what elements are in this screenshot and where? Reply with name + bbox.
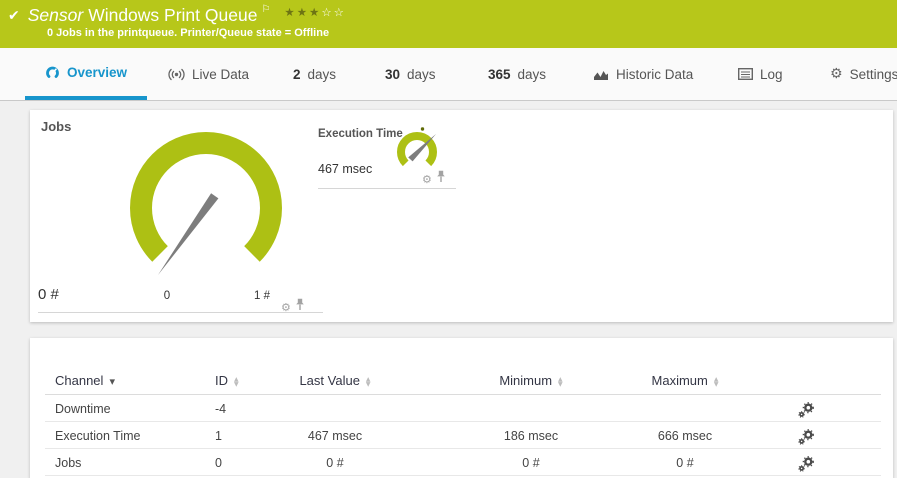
jobs-gauge-actions: ⚙ <box>281 298 305 316</box>
execution-time-panel: Execution Time 467 msec ⚙ <box>318 126 490 196</box>
tab-log[interactable]: Log <box>738 48 783 100</box>
priority-stars[interactable]: ★★★☆☆ <box>284 5 346 19</box>
sort-toggle-icon: ▲▼ <box>558 377 563 387</box>
jobs-gauge-scale-max: 1 # <box>245 290 279 302</box>
tab-label: Overview <box>67 65 127 80</box>
overview-gauges-card: Jobs 0 1 # 0 # ⚙ Execution Time 467 msec… <box>30 110 893 322</box>
channel-settings-icon[interactable] <box>797 402 815 421</box>
channel-name: Execution Time <box>55 429 140 443</box>
channel-maximum: 666 msec <box>585 429 785 443</box>
channel-table-header: Channel▾ ID▲▼ Last Value▲▼ Minimum▲▼ Max… <box>45 338 881 395</box>
channel-settings-icon[interactable] <box>797 456 815 475</box>
channel-id: 0 <box>215 456 222 470</box>
star-empty-icon[interactable]: ☆ <box>321 5 333 19</box>
log-icon <box>738 68 753 80</box>
tab-number: 365 <box>488 67 511 82</box>
area-chart-icon <box>593 68 609 81</box>
execution-time-actions: ⚙ <box>422 170 446 188</box>
jobs-gauge-scale-min: 0 <box>155 290 179 302</box>
tab-number: 2 <box>293 67 301 82</box>
table-row-jobs: Jobs 0 0 # 0 # 0 # <box>45 449 881 476</box>
tab-settings[interactable]: ⚙ Settings <box>830 48 897 100</box>
tab-live-data[interactable]: Live Data <box>168 48 249 100</box>
gear-icon: ⚙ <box>830 67 843 81</box>
status-ok-check-icon: ✔ <box>8 8 20 24</box>
sort-toggle-icon: ▲▼ <box>366 377 371 387</box>
column-header-channel[interactable]: Channel▾ <box>55 373 115 388</box>
column-header-maximum[interactable]: Maximum▲▼ <box>585 373 785 388</box>
tab-number: 30 <box>385 67 400 82</box>
tab-label: Settings <box>850 67 897 82</box>
channel-name: Jobs <box>55 456 81 470</box>
flag-icon: ⚐ <box>261 4 270 16</box>
execution-time-value: 467 msec <box>318 162 372 176</box>
tab-2-days[interactable]: 2 days <box>293 48 336 100</box>
sensor-name: Windows Print Queue <box>88 5 257 25</box>
channel-table: Channel▾ ID▲▼ Last Value▲▼ Minimum▲▼ Max… <box>45 338 881 476</box>
gear-icon[interactable]: ⚙ <box>422 174 432 185</box>
execution-time-gauge <box>390 126 448 174</box>
tab-label: days <box>308 67 337 82</box>
tab-label: days <box>518 67 547 82</box>
live-data-icon <box>168 68 185 81</box>
tab-label: Log <box>760 67 783 82</box>
star-empty-icon[interactable]: ☆ <box>334 5 346 19</box>
tab-30-days[interactable]: 30 days <box>385 48 436 100</box>
sort-toggle-icon: ▲▼ <box>714 377 719 387</box>
tab-historic-data[interactable]: Historic Data <box>593 48 693 100</box>
channel-last-value: 467 msec <box>235 429 435 443</box>
table-row-downtime: Downtime -4 <box>45 395 881 422</box>
column-header-last-value[interactable]: Last Value▲▼ <box>235 373 435 388</box>
channel-settings-icon[interactable] <box>797 429 815 448</box>
channel-last-value: 0 # <box>235 456 435 470</box>
sensor-kind-label: Sensor <box>28 5 83 25</box>
channel-name: Downtime <box>55 402 111 416</box>
sensor-tab-bar: Overview Live Data 2 days 30 days 365 da… <box>0 48 897 101</box>
tab-label: Historic Data <box>616 67 693 82</box>
sensor-status-message: 0 Jobs in the printqueue. Printer/Queue … <box>47 27 329 39</box>
star-filled-icon[interactable]: ★ <box>309 5 321 19</box>
channel-maximum: 0 # <box>585 456 785 470</box>
channel-id: -4 <box>215 402 226 416</box>
page-title: SensorWindows Print Queue ⚐ <box>28 4 271 26</box>
gauge-icon <box>45 65 60 80</box>
tab-365-days[interactable]: 365 days <box>488 48 546 100</box>
channel-table-card: Channel▾ ID▲▼ Last Value▲▼ Minimum▲▼ Max… <box>30 338 893 478</box>
table-row-execution-time: Execution Time 1 467 msec 186 msec 666 m… <box>45 422 881 449</box>
jobs-gauge-title: Jobs <box>41 119 71 134</box>
pin-icon[interactable] <box>295 298 305 316</box>
tab-label: days <box>407 67 436 82</box>
sort-desc-icon: ▾ <box>109 375 115 388</box>
star-filled-icon[interactable]: ★ <box>284 5 296 19</box>
pin-icon[interactable] <box>436 170 446 188</box>
sensor-status-banner: ✔ SensorWindows Print Queue⚐ ★★★☆☆ 0 Job… <box>0 0 897 48</box>
jobs-current-value: 0 # <box>38 286 59 303</box>
divider <box>318 188 456 189</box>
star-filled-icon[interactable]: ★ <box>297 5 309 19</box>
tab-overview[interactable]: Overview <box>25 48 147 100</box>
gear-icon[interactable]: ⚙ <box>281 302 291 313</box>
channel-id: 1 <box>215 429 222 443</box>
tab-label: Live Data <box>192 67 249 82</box>
jobs-gauge <box>126 126 286 298</box>
